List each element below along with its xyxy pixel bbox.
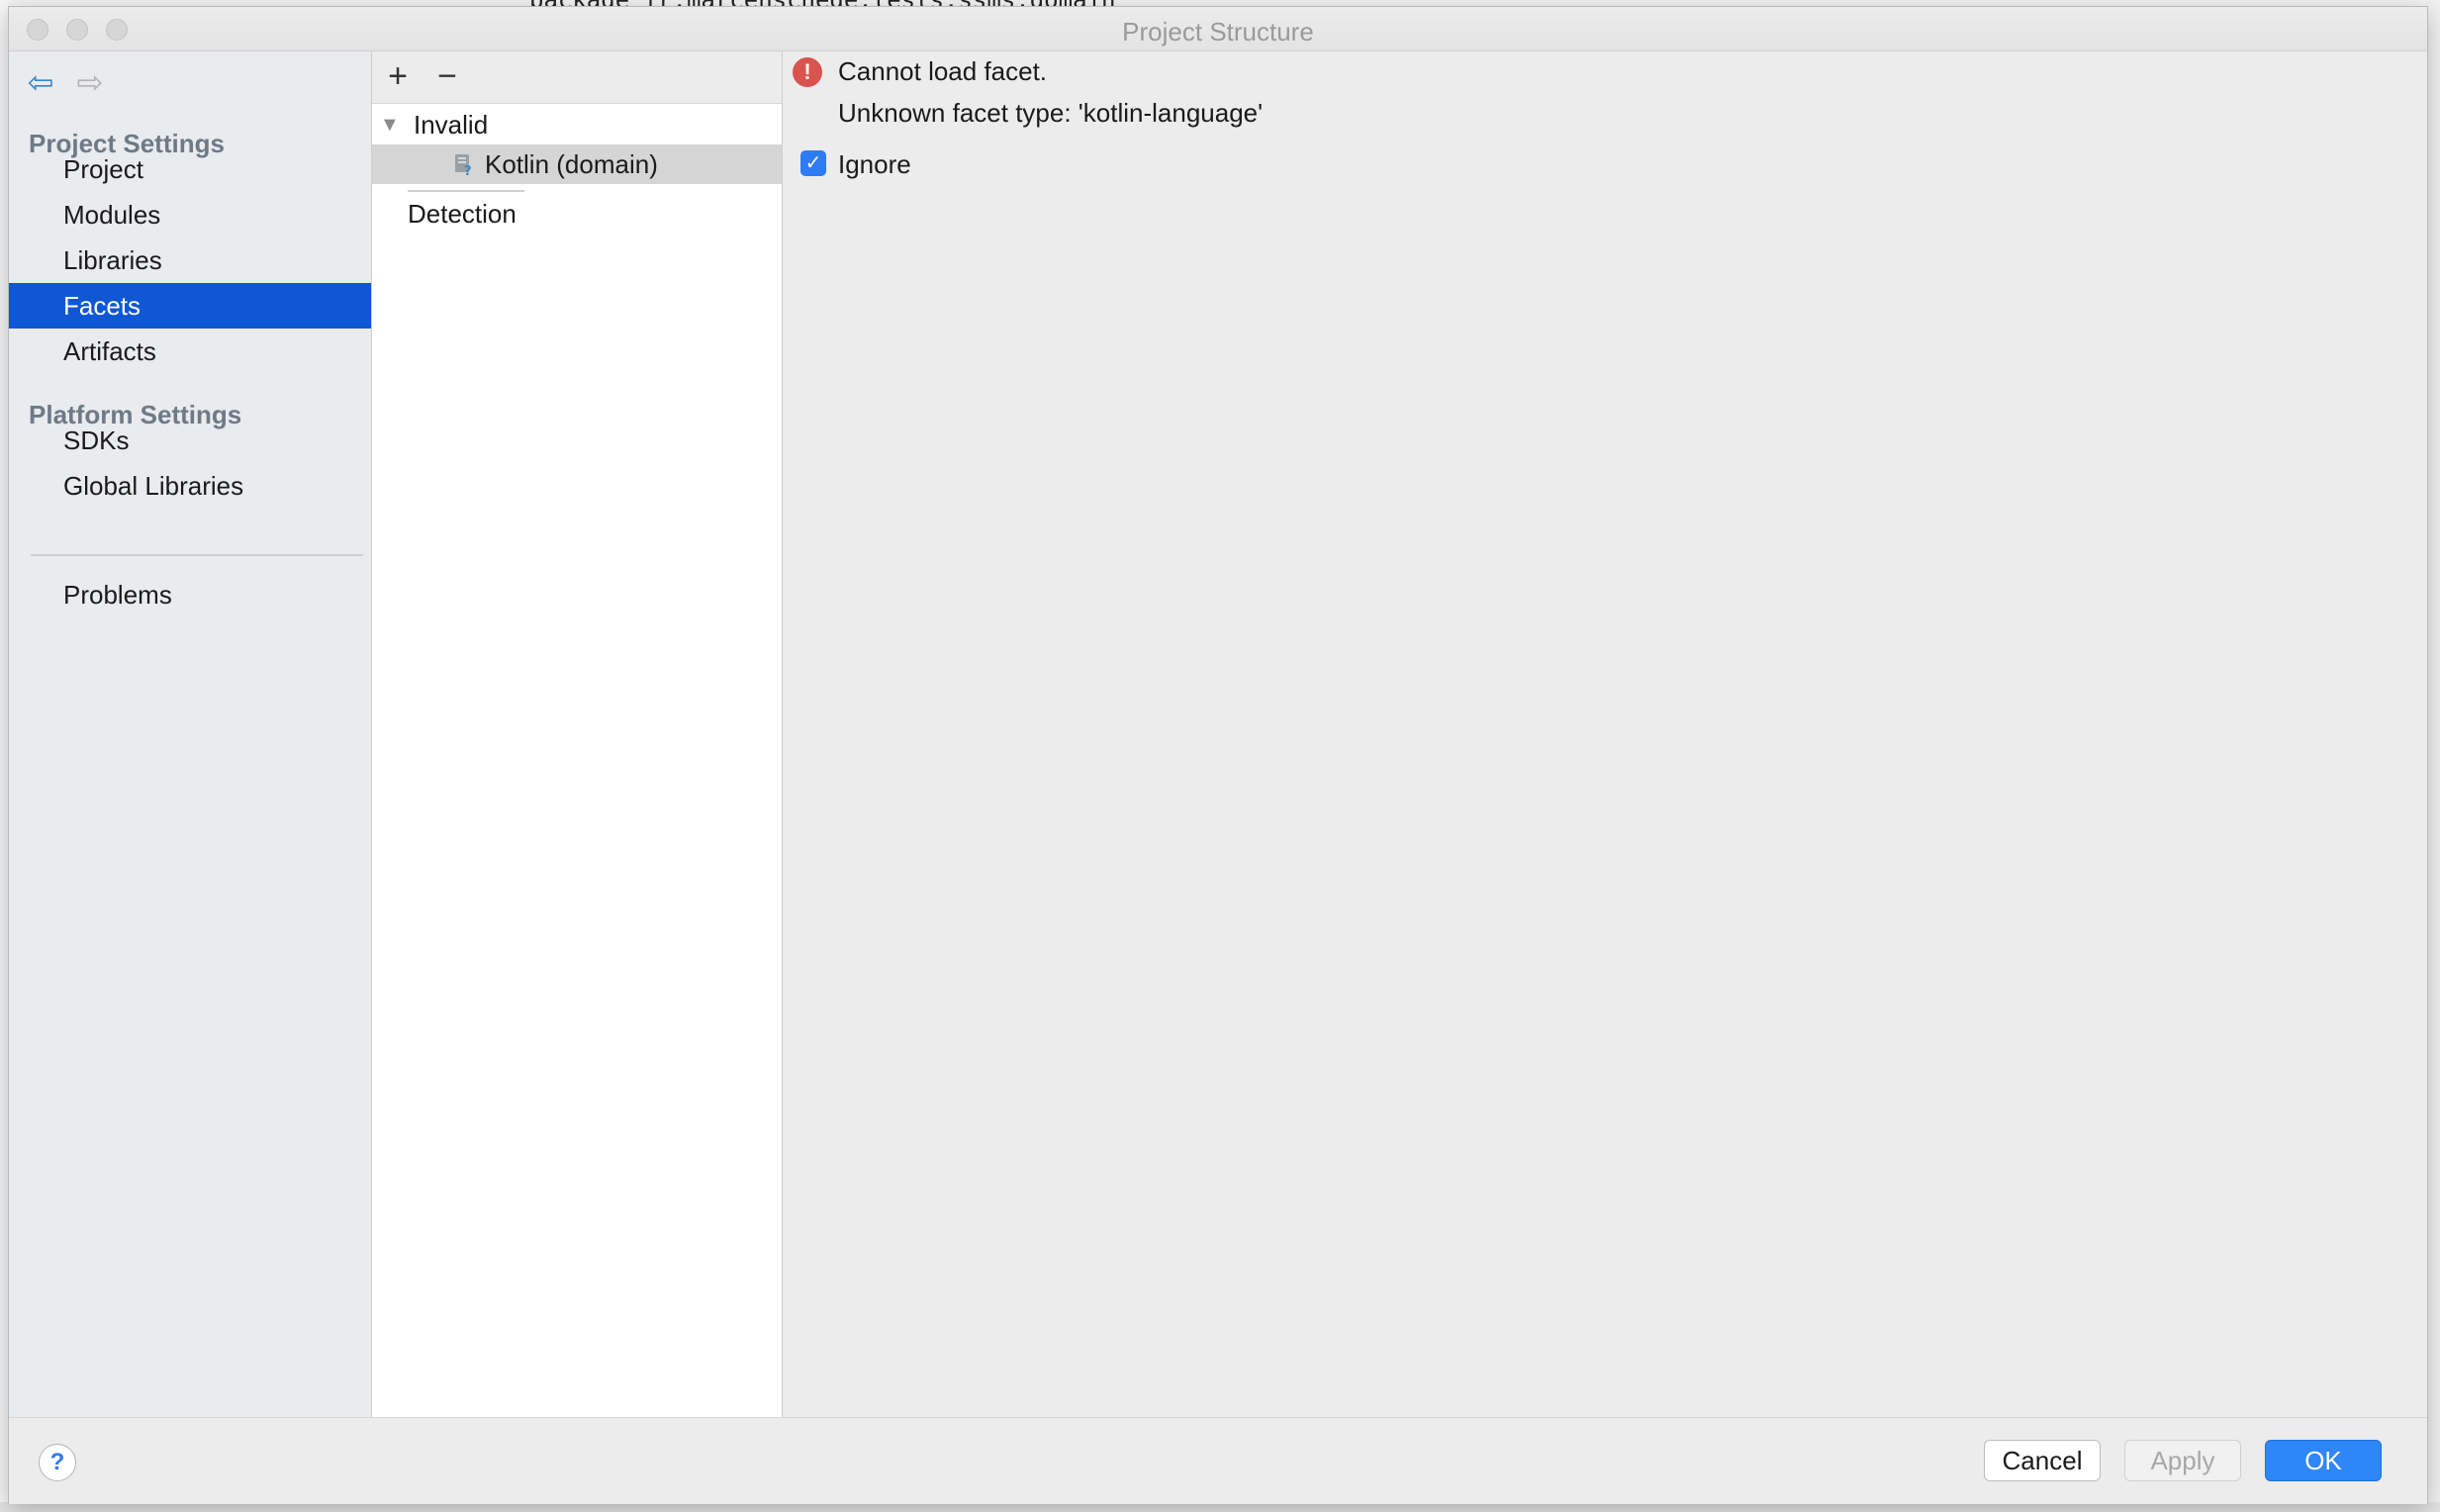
unknown-facet-icon: ? (455, 154, 472, 176)
facet-detail-pane: ! Cannot load facet. Unknown facet type:… (783, 51, 2427, 1417)
dialog-footer: ? Cancel Apply OK (9, 1417, 2427, 1504)
forward-arrow-icon[interactable]: ⇨ (72, 65, 108, 99)
sidebar-item-facets[interactable]: Facets (9, 283, 371, 329)
tree-item-label: Kotlin (domain) (485, 149, 658, 179)
tree-toolbar: + − (372, 51, 782, 104)
ignore-label: Ignore (838, 149, 911, 179)
background-left-strip (0, 0, 8, 1512)
expand-triangle-icon[interactable]: ▼ (380, 105, 400, 144)
facets-tree-pane: + − ▼ Invalid ? Kotlin (domain) Detectio… (372, 51, 783, 1417)
tree-group-label: Invalid (414, 110, 489, 140)
tree-item-detection[interactable]: Detection (372, 192, 782, 236)
sidebar-item-modules[interactable]: Modules (9, 192, 371, 237)
background-right-strip (2426, 0, 2440, 1512)
project-structure-dialog: Project Structure ⇦ ⇨ Project Settings P… (8, 6, 2428, 1504)
settings-sidebar: ⇦ ⇨ Project Settings Project Modules Lib… (9, 51, 372, 1417)
error-title: Cannot load facet. (838, 56, 1048, 86)
back-arrow-icon[interactable]: ⇦ (23, 65, 58, 99)
sidebar-item-artifacts[interactable]: Artifacts (9, 329, 371, 374)
window-title: Project Structure (1122, 17, 1314, 47)
sidebar-divider (31, 554, 363, 556)
ok-button[interactable]: OK (2265, 1440, 2382, 1481)
help-button[interactable]: ? (39, 1444, 76, 1481)
sidebar-item-libraries[interactable]: Libraries (9, 237, 371, 283)
add-facet-button[interactable]: + (380, 57, 416, 95)
cancel-button[interactable]: Cancel (1984, 1440, 2101, 1481)
error-detail: Unknown facet type: 'kotlin-language' (838, 98, 1264, 128)
tree-item-kotlin-domain[interactable]: ? Kotlin (domain) (372, 144, 782, 184)
sidebar-item-problems[interactable]: Problems (9, 572, 371, 617)
error-icon: ! (793, 57, 822, 87)
remove-facet-button[interactable]: − (429, 57, 465, 95)
sidebar-item-sdks[interactable]: SDKs (9, 418, 371, 463)
svg-text:?: ? (464, 164, 472, 176)
ignore-checkbox[interactable]: ✓ (800, 150, 826, 176)
apply-button[interactable]: Apply (2124, 1440, 2241, 1481)
sidebar-item-global-libraries[interactable]: Global Libraries (9, 463, 371, 509)
title-bar: Project Structure (9, 7, 2427, 51)
sidebar-item-project[interactable]: Project (9, 146, 371, 192)
tree-group-invalid[interactable]: ▼ Invalid (372, 105, 782, 144)
